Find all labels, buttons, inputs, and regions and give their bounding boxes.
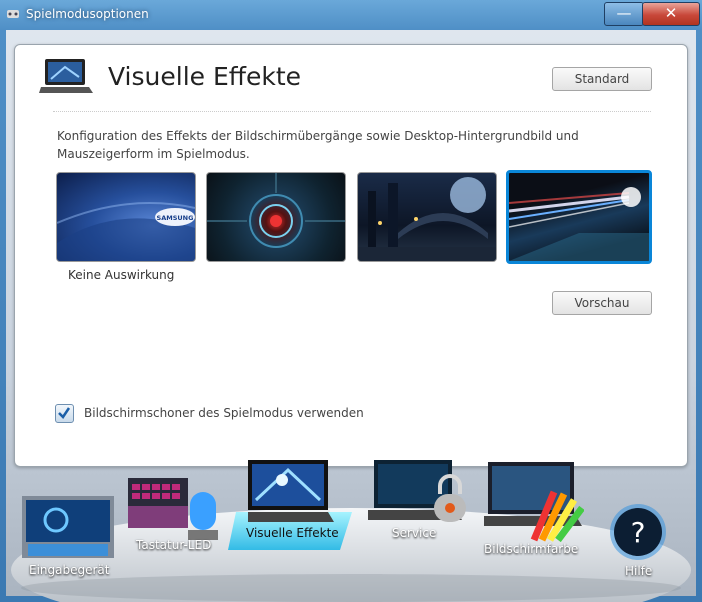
input-device-icon (22, 496, 114, 558)
checkmark-icon (58, 407, 71, 419)
dock-label-keyboard-led[interactable]: Tastatur-LED (136, 538, 211, 552)
dock-item-visual-effects[interactable] (246, 460, 334, 530)
close-button[interactable]: ✕ (642, 2, 700, 26)
visual-effects-header-icon (39, 59, 93, 93)
dock-item-input-device[interactable] (22, 496, 114, 562)
dock-label-help[interactable]: Hilfe (625, 564, 652, 578)
wallpaper-thumbnail-samsung[interactable]: SAMSUNG (56, 172, 196, 262)
window-title: Spielmodusoptionen (26, 7, 149, 21)
description-text: Konfiguration des Effekts der Bildschirm… (57, 129, 579, 161)
screensaver-checkbox[interactable] (55, 404, 74, 423)
game-mode-options-window: Spielmodusoptionen — ✕ Visuelle Effekte … (0, 0, 702, 602)
wallpaper-thumbnail-light-streak[interactable] (506, 170, 652, 264)
dock-item-help[interactable]: ? (608, 502, 668, 562)
svg-text:?: ? (631, 516, 646, 549)
page-title: Visuelle Effekte (108, 62, 302, 91)
wallpaper-thumbnail-tech-circle[interactable] (206, 172, 346, 262)
screensaver-checkbox-label[interactable]: Bildschirmschoner des Spielmodus verwend… (84, 406, 364, 420)
dock-label-service[interactable]: Service (392, 526, 436, 540)
help-icon: ? (610, 504, 666, 560)
dock-item-service[interactable] (364, 460, 468, 530)
dock-label-visual-effects[interactable]: Visuelle Effekte (246, 526, 339, 540)
dock-label-input-device[interactable]: Eingabegerät (29, 563, 109, 577)
samsung-logo-text: SAMSUNG (157, 214, 194, 222)
dock-item-keyboard-led[interactable] (128, 476, 226, 546)
title-bar[interactable]: Spielmodusoptionen — ✕ (0, 0, 702, 30)
dock-item-screen-color[interactable] (480, 462, 585, 543)
visual-effects-icon (246, 460, 334, 522)
minimize-button[interactable]: — (604, 2, 644, 26)
fantasy-city-art (358, 177, 496, 261)
visual-effects-panel: Visuelle Effekte Standard Konfiguration … (14, 44, 688, 467)
bottom-navigation-dock: Eingabegerät Tastatur-LED Visuelle Effek… (0, 460, 702, 602)
light-streak-art (509, 187, 649, 261)
screen-color-icon (480, 462, 585, 543)
keyboard-led-icon (128, 478, 218, 540)
preview-button[interactable]: Vorschau (552, 291, 652, 315)
tech-circle-art (207, 173, 345, 248)
divider (53, 111, 651, 112)
wallpaper-thumbnail-fantasy-city[interactable] (357, 172, 497, 262)
service-lock-icon (364, 460, 466, 522)
samsung-wallpaper-art: SAMSUNG (57, 202, 195, 261)
dock-label-screen-color[interactable]: Bildschirmfarbe (484, 542, 578, 556)
standard-button[interactable]: Standard (552, 67, 652, 91)
thumbnail-label: Keine Auswirkung (68, 268, 175, 282)
app-icon (7, 10, 19, 18)
